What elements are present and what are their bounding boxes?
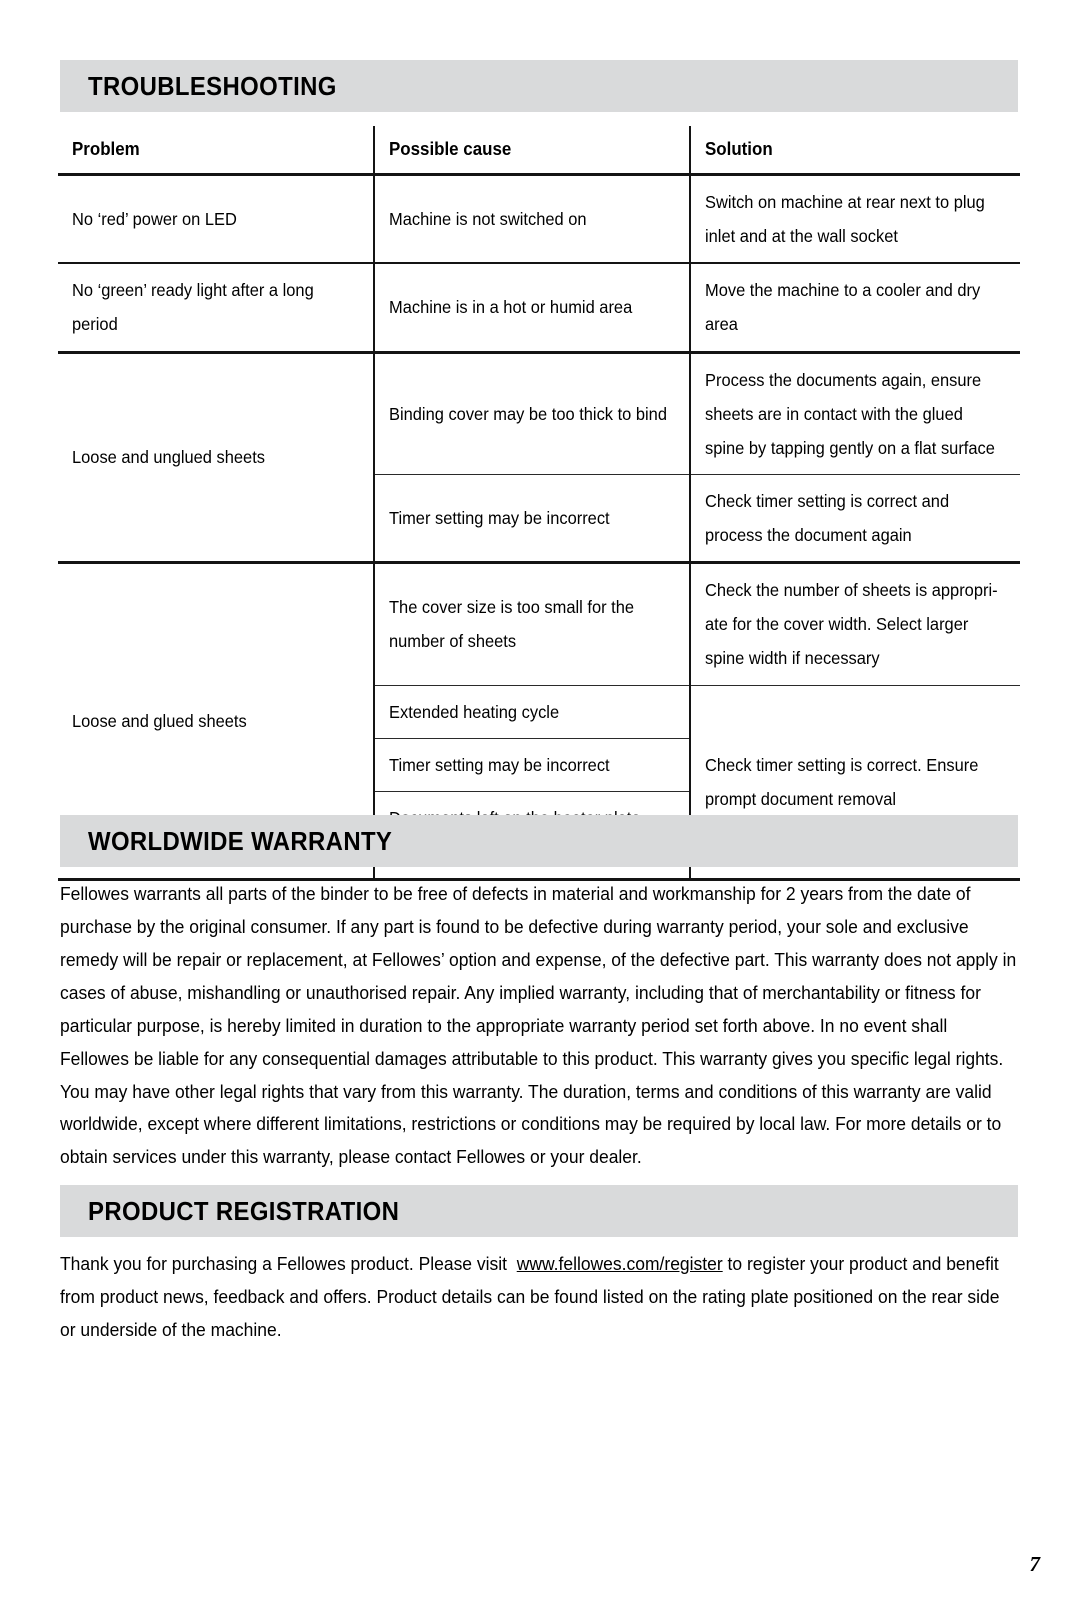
warranty-heading-text: WORLDWIDE WARRANTY [88, 826, 393, 856]
column-header-possible-cause-label: Possible cause [389, 139, 512, 159]
cell-problem-text: Loose and glued sheets [72, 711, 247, 731]
table-row: Loose and glued sheets The cover size is… [58, 562, 1020, 881]
cell-cause: Timer setting may be incorrect [373, 474, 690, 565]
registration-paragraph: Thank you for purchasing a Fellowes prod… [60, 1248, 1018, 1347]
cell-solution-text: Process the documents again, ensure shee… [705, 369, 995, 458]
cell-problem-text: No ‘green’ ready light after a long peri… [72, 280, 314, 335]
cell-cause: The cover size is too small for the numb… [373, 562, 690, 686]
troubleshooting-heading: TROUBLESHOOTING [88, 73, 358, 99]
cell-solution-text: Move the machine to a cooler and dry are… [705, 280, 981, 335]
cell-cause-text: Binding cover may be too thick to bind [389, 403, 667, 424]
cell-solution-text: Check the number of sheets is appropri­a… [705, 580, 998, 669]
cell-problem: Loose and unglued sheets [58, 352, 374, 565]
troubleshooting-table: Problem Possible cause Solution No ‘red’… [58, 126, 1020, 882]
cell-problem-text: Loose and unglued sheets [72, 447, 265, 468]
cell-cause-text: Timer setting may be incorrect [389, 754, 610, 775]
warranty-paragraph: Fellowes warrants all parts of the binde… [60, 878, 1018, 1174]
column-header-solution-label: Solution [705, 139, 773, 159]
document-page: TROUBLESHOOTING Problem Possible cause S… [0, 0, 1080, 1597]
cell-cause: Machine is in a hot or humid area [373, 263, 690, 354]
table-row: Loose and unglued sheets Binding cover m… [58, 352, 1020, 565]
section-band-warranty: WORLDWIDE WARRANTY [60, 815, 1018, 867]
table-row: No ‘green’ ready light after a long peri… [58, 263, 1020, 354]
registration-paragraph-body: Thank you for purchasing a Fellowes prod… [60, 1248, 1018, 1347]
cell-solution: Check the number of sheets is appropri­a… [689, 562, 1020, 686]
cell-problem-text: No ‘red’ power on LED [72, 209, 237, 230]
column-header-solution: Solution [689, 126, 1020, 176]
cell-solution-text: Check timer setting is correct. Ensure p… [705, 754, 979, 809]
cell-cause-text: Machine is in a hot or humid area [389, 297, 633, 318]
cell-solution-text: Switch on machine at rear next to plug i… [705, 192, 985, 247]
table-row: No ‘red’ power on LED Machine is not swi… [58, 174, 1020, 265]
cell-cause-text: Machine is not switched on [389, 209, 587, 230]
cell-cause-text: The cover size is too small for the numb… [389, 597, 635, 652]
column-header-problem: Problem [58, 126, 374, 176]
cell-cause: Machine is not switched on [373, 174, 690, 265]
table-header-row: Problem Possible cause Solution [58, 126, 1020, 176]
registration-text-before-link: Thank you for purchasing a Fellowes prod… [60, 1253, 507, 1274]
cell-solution: Check timer setting is correct and proce… [689, 474, 1020, 565]
cell-solution: Process the documents again, ensure shee… [689, 352, 1020, 475]
cell-solution: Switch on machine at rear next to plug i… [689, 174, 1020, 265]
warranty-paragraph-text: Fellowes warrants all parts of the binde… [60, 883, 1017, 1168]
registration-heading-text: PRODUCT REGISTRATION [88, 1196, 400, 1226]
page-number: 7 [1029, 1552, 1041, 1576]
cell-cause: Timer setting may be incorrect [373, 738, 690, 792]
cell-cause-text: Timer setting may be incorrect [389, 507, 610, 528]
warranty-heading: WORLDWIDE WARRANTY [88, 828, 419, 854]
column-header-problem-label: Problem [72, 139, 140, 159]
section-band-registration: PRODUCT REGISTRATION [60, 1185, 1018, 1237]
cell-problem: No ‘green’ ready light after a long peri… [58, 263, 374, 354]
cell-cause: Binding cover may be too thick to bind [373, 352, 690, 475]
cell-solution: Move the machine to a cooler and dry are… [689, 263, 1020, 354]
cell-solution-text: Check timer setting is correct and proce… [705, 490, 950, 545]
troubleshooting-heading-text: TROUBLESHOOTING [88, 71, 337, 101]
cell-cause-text: Extended heating cycle [389, 701, 560, 722]
section-band-troubleshooting: TROUBLESHOOTING [60, 60, 1018, 112]
column-header-possible-cause: Possible cause [373, 126, 690, 176]
cell-problem: No ‘red’ power on LED [58, 174, 374, 265]
registration-heading: PRODUCT REGISTRATION [88, 1198, 426, 1224]
cell-cause: Extended heating cycle [373, 685, 690, 739]
fellowes-register-link[interactable]: www.fellowes.com/register [517, 1253, 723, 1274]
